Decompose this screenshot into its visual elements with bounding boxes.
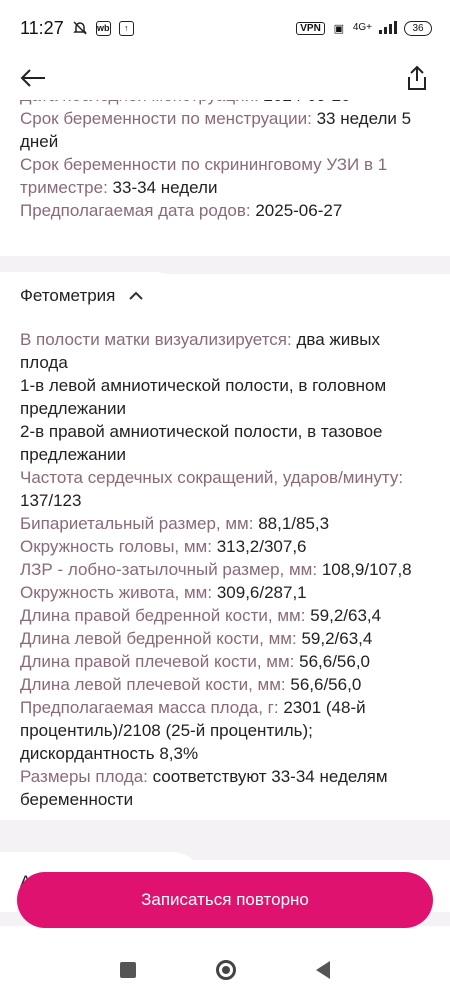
row-label: Бипариетальный размер, мм: bbox=[20, 514, 254, 533]
network-type: 4G+ bbox=[352, 22, 372, 33]
back-triangle-icon[interactable] bbox=[316, 961, 330, 979]
row-value: 59,2/63,4 bbox=[310, 606, 382, 625]
fetometry-row: Длина правой бедренной кости, мм: 59,2/6… bbox=[20, 604, 432, 627]
row-label: Длина правой бедренной кости, мм: bbox=[20, 606, 306, 625]
system-nav-bar bbox=[0, 940, 450, 1000]
row-value: 1-в левой амниотической полости, в голов… bbox=[20, 376, 387, 418]
recent-apps-icon[interactable] bbox=[120, 962, 136, 978]
top-app-bar bbox=[0, 56, 450, 100]
row-value: 137/123 bbox=[20, 491, 82, 510]
row-label: Частота сердечных сокращений, ударов/мин… bbox=[20, 468, 404, 487]
share-icon bbox=[408, 65, 426, 90]
row-value: 56,6/56,0 bbox=[290, 675, 362, 694]
fetometry-row: Длина правой плечевой кости, мм: 56,6/56… bbox=[20, 650, 432, 673]
summary-card: Дата последней менструации: 2024-09-20 С… bbox=[0, 96, 450, 260]
row-value: 313,2/307,6 bbox=[216, 537, 307, 556]
row-label: Предполагаемая масса плода, г: bbox=[20, 698, 279, 717]
row-label: Размеры плода: bbox=[20, 767, 148, 786]
chevron-up-icon bbox=[129, 287, 144, 303]
upload-notification-icon: ↑ bbox=[118, 20, 134, 36]
fetometry-card: В полости матки визуализируется: два жив… bbox=[0, 272, 450, 820]
fetometry-row: Частота сердечных сокращений, ударов/мин… bbox=[20, 466, 432, 512]
status-left: 11:27 wb ↑ bbox=[20, 18, 134, 39]
fetometry-row: Длина левой бедренной кости, мм: 59,2/63… bbox=[20, 627, 432, 650]
row-value: 33-34 недели bbox=[112, 178, 218, 197]
fetometry-row: 1-в левой амниотической полости, в голов… bbox=[20, 374, 432, 420]
status-right: VPN ▣ 4G+ 36 bbox=[296, 20, 432, 37]
summary-row: Срок беременности по скрининговому УЗИ в… bbox=[20, 153, 432, 199]
wildberries-app-icon: wb bbox=[95, 20, 111, 36]
back-button[interactable] bbox=[18, 63, 48, 93]
row-label: Длина левой плечевой кости, мм: bbox=[20, 675, 286, 694]
fetometry-row: ЛЗР - лобно-затылочный размер, мм: 108,9… bbox=[20, 558, 432, 581]
volte-icon: ▣ bbox=[333, 22, 345, 35]
fetometry-row: Окружность живота, мм: 309,6/287,1 bbox=[20, 581, 432, 604]
summary-row: Предполагаемая дата родов: 2025-06-27 bbox=[20, 199, 432, 222]
row-label: В полости матки визуализируется: bbox=[20, 330, 292, 349]
status-time: 11:27 bbox=[20, 17, 64, 38]
fetometry-title: Фетометрия bbox=[20, 286, 116, 305]
row-label: ЛЗР - лобно-затылочный размер, мм: bbox=[20, 560, 318, 579]
book-again-button[interactable]: Записаться повторно bbox=[17, 872, 433, 928]
signal-icon bbox=[378, 20, 398, 37]
row-value: 108,9/107,8 bbox=[321, 560, 412, 579]
row-value: 2025-06-27 bbox=[255, 201, 343, 220]
row-label: Срок беременности по менструации: bbox=[20, 109, 312, 128]
home-icon[interactable] bbox=[216, 960, 236, 980]
row-value: 309,6/287,1 bbox=[216, 583, 307, 602]
status-bar: 11:27 wb ↑ VPN ▣ 4G+ 36 bbox=[0, 0, 450, 56]
row-value: 88,1/85,3 bbox=[258, 514, 330, 533]
row-label: Окружность живота, мм: bbox=[20, 583, 213, 602]
fetometry-row: 2-в правой амниотической полости, в тазо… bbox=[20, 420, 432, 466]
vpn-icon: VPN bbox=[296, 21, 325, 35]
fetometry-row: Длина левой плечевой кости, мм: 56,6/56,… bbox=[20, 673, 432, 696]
fetometry-row: Окружность головы, мм: 313,2/307,6 bbox=[20, 535, 432, 558]
fetometry-row: Бипариетальный размер, мм: 88,1/85,3 bbox=[20, 512, 432, 535]
row-label: Предполагаемая дата родов: bbox=[20, 201, 251, 220]
row-label: Длина правой плечевой кости, мм: bbox=[20, 652, 295, 671]
fetometry-list: В полости матки визуализируется: два жив… bbox=[20, 328, 432, 811]
row-value: 2-в правой амниотической полости, в тазо… bbox=[20, 422, 383, 464]
summary-list: Дата последней менструации: 2024-09-20 С… bbox=[20, 96, 432, 222]
row-value: 56,6/56,0 bbox=[299, 652, 371, 671]
row-label: Длина левой бедренной кости, мм: bbox=[20, 629, 297, 648]
fetometry-row: Предполагаемая масса плода, г: 2301 (48-… bbox=[20, 696, 432, 765]
arrow-left-icon bbox=[20, 69, 45, 87]
share-button[interactable] bbox=[402, 63, 432, 93]
content-scroll[interactable]: Дата последней менструации: 2024-09-20 С… bbox=[0, 96, 450, 926]
fetometry-row: В полости матки визуализируется: два жив… bbox=[20, 328, 432, 374]
row-label: Окружность головы, мм: bbox=[20, 537, 212, 556]
summary-row: Срок беременности по менструации: 33 нед… bbox=[20, 107, 432, 153]
row-value: 59,2/63,4 bbox=[301, 629, 373, 648]
fetometry-header[interactable]: Фетометрия bbox=[20, 286, 144, 306]
fetometry-row: Размеры плода: соответствуют 33-34 недел… bbox=[20, 765, 432, 811]
battery-icon: 36 bbox=[404, 20, 432, 36]
mute-notifications-icon bbox=[72, 20, 88, 36]
